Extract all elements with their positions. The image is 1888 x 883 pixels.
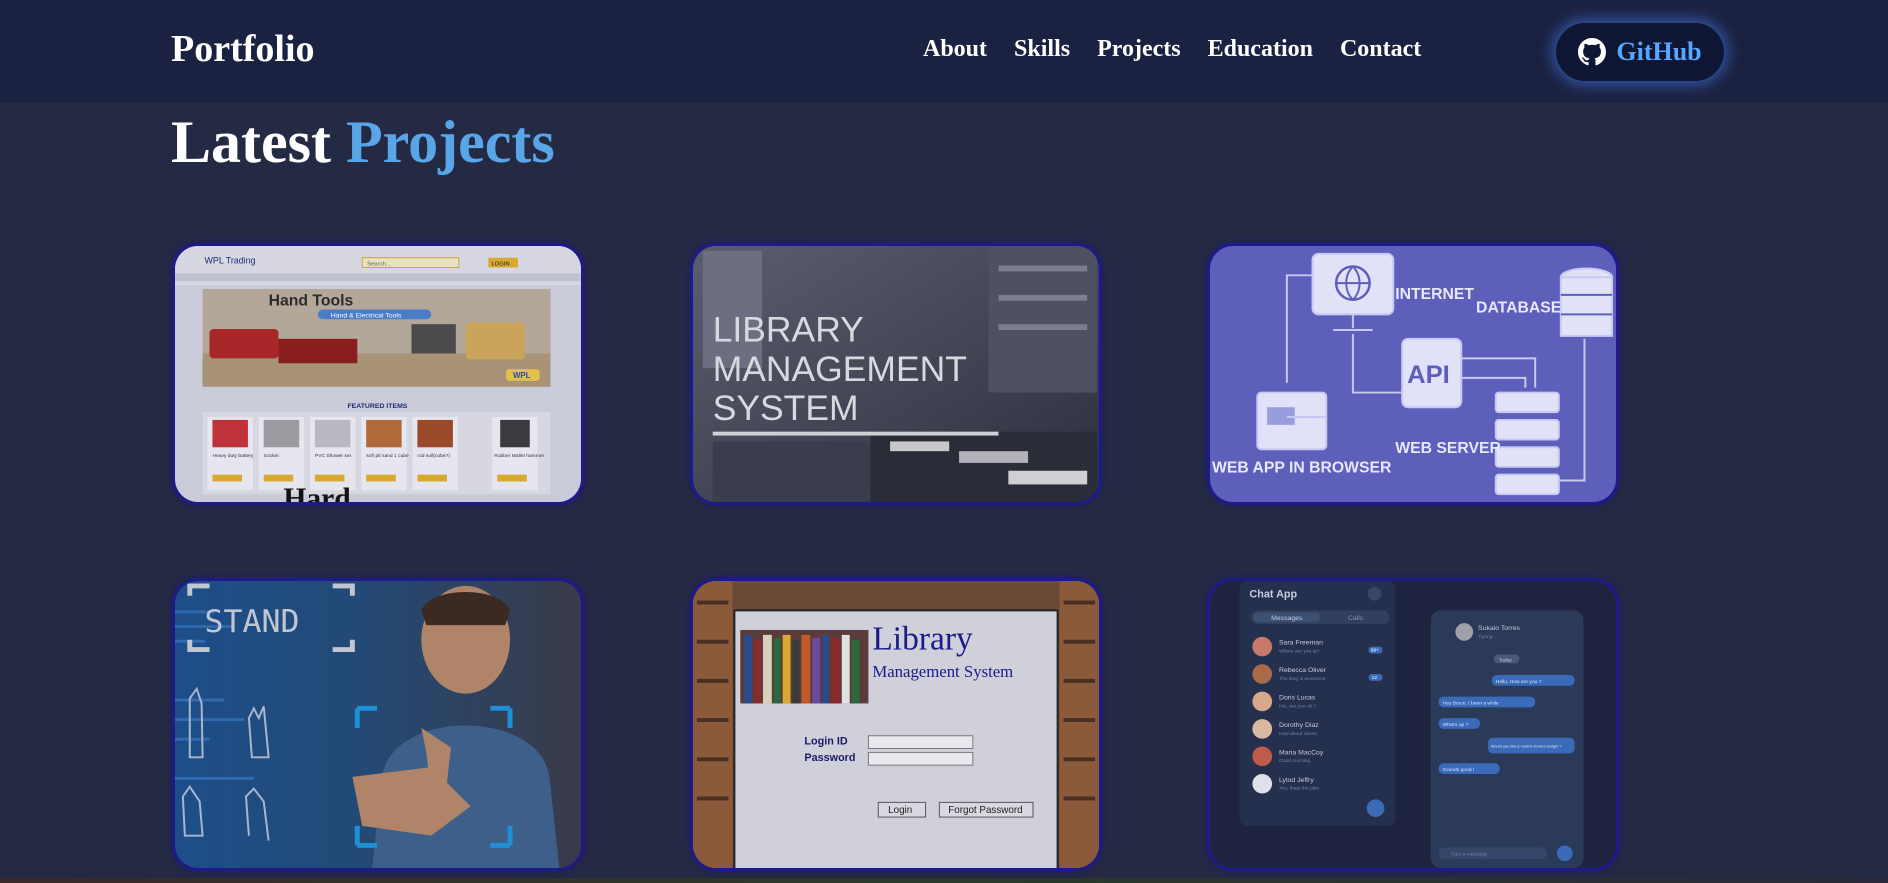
contact-preview: Good morning <box>1279 758 1310 764</box>
card-caption: Hard <box>283 483 351 502</box>
navbar: Portfolio About Skills Projects Educatio… <box>0 0 1888 103</box>
forgot-password-button: Forgot Password <box>948 805 1022 816</box>
conversation-name: Sukaio Torres <box>1478 625 1521 632</box>
section-title: Latest Projects <box>171 108 555 177</box>
contact-preview: Yes, thats the plan <box>1279 786 1320 792</box>
project-card-library-login[interactable]: Library Management System Login ID Passw… <box>690 578 1102 871</box>
chat-tab-messages: Messages <box>1271 615 1303 622</box>
github-label: GitHub <box>1616 37 1702 66</box>
featured-item-name: Heavy duty battery <box>212 453 254 459</box>
library-title-line: SYSTEM <box>713 389 859 428</box>
project-thumbnail: Library Management System Login ID Passw… <box>693 581 1099 868</box>
project-thumbnail: WPL Trading Search... LOGIN Hand Tools H… <box>175 246 581 502</box>
featured-item-name: Rubber Mallet hammer <box>494 453 544 459</box>
featured-item-name: Socket <box>264 453 280 459</box>
chat-message: Hello, How are you ? <box>1496 679 1542 685</box>
chat-message: Hey Bruce, I been a while <box>1443 700 1499 706</box>
featured-label: FEATURED ITEMS <box>347 403 407 410</box>
project-card-api[interactable]: INTERNET DATABASE API WEB APP IN BROWSER… <box>1207 243 1619 505</box>
contact-name: Sara Freeman <box>1279 640 1323 647</box>
chat-app-title: Chat App <box>1249 589 1297 601</box>
featured-item-name: rod soil(cube?) <box>417 453 450 459</box>
login-id-label: Login ID <box>804 736 848 748</box>
date-chip: Today <box>1499 657 1513 663</box>
contact-preview: The blog is awesome <box>1279 676 1326 682</box>
nav-link-contact[interactable]: Contact <box>1340 36 1421 63</box>
login-button: Login <box>888 805 912 816</box>
project-card-library-management[interactable]: LIBRARY MANAGEMENT SYSTEM <box>690 243 1102 505</box>
banner-badge: WPL <box>513 371 531 380</box>
library-title-line: LIBRARY <box>713 311 864 350</box>
contact-preview: Where are you at? <box>1279 649 1320 655</box>
nav-link-skills[interactable]: Skills <box>1014 36 1070 63</box>
chat-tab-calls: Calls <box>1348 615 1364 622</box>
banner-subtitle: Hand & Electrical Tools <box>331 312 402 319</box>
project-thumbnail: STAND <box>175 581 581 868</box>
contact-badge: 99+ <box>1371 648 1379 654</box>
contact-name: Doris Lucas <box>1279 695 1316 702</box>
shop-brand: WPL Trading <box>205 256 256 266</box>
project-thumbnail: LIBRARY MANAGEMENT SYSTEM <box>693 246 1099 502</box>
api-label: API <box>1407 361 1450 389</box>
project-card-sign-language[interactable]: STAND <box>172 578 584 871</box>
contact-name: Dorothy Diaz <box>1279 722 1319 729</box>
contact-preview: Hei, are you ok ? <box>1279 703 1316 709</box>
featured-item-name: soft pit sand 1 cube <box>366 453 409 459</box>
password-label: Password <box>804 752 855 764</box>
chat-message: Sounds good ! <box>1443 767 1475 773</box>
github-button[interactable]: GitHub <box>1556 23 1724 81</box>
bottom-divider <box>0 878 1888 883</box>
chat-input: Type a message... <box>1450 851 1490 857</box>
project-card-hand-tools[interactable]: WPL Trading Search... LOGIN Hand Tools H… <box>172 243 584 505</box>
nav-link-about[interactable]: About <box>923 36 987 63</box>
sign-label: STAND <box>205 604 300 640</box>
github-icon <box>1578 38 1607 66</box>
section-title-main: Latest <box>171 109 331 175</box>
nav-link-projects[interactable]: Projects <box>1097 36 1181 63</box>
project-thumbnail: Chat App Messages Calls Sara Freeman Whe… <box>1210 581 1616 868</box>
featured-item-name: PVC Shower set <box>315 453 352 459</box>
section-title-accent: Projects <box>345 109 555 175</box>
api-label: DATABASE <box>1476 299 1561 316</box>
api-label: WEB SERVER <box>1395 440 1501 457</box>
contact-name: Rebecca Oliver <box>1279 667 1327 674</box>
brand-logo[interactable]: Portfolio <box>171 27 315 71</box>
login-title: Library <box>872 621 973 658</box>
project-card-chat-app[interactable]: Chat App Messages Calls Sara Freeman Whe… <box>1207 578 1619 871</box>
contact-name: Lylod Jeffry <box>1279 777 1314 784</box>
nav-link-education[interactable]: Education <box>1208 36 1313 63</box>
project-thumbnail: INTERNET DATABASE API WEB APP IN BROWSER… <box>1210 246 1616 502</box>
api-label: INTERNET <box>1395 286 1474 303</box>
login-subtitle: Management System <box>872 662 1013 681</box>
api-label: WEB APP IN BROWSER <box>1212 460 1391 477</box>
shop-login-button: LOGIN <box>491 262 509 268</box>
contact-badge: 12 <box>1372 675 1378 681</box>
conversation-status: Typing... <box>1478 634 1497 640</box>
chat-message: What's up ? <box>1443 722 1469 728</box>
nav-links: About Skills Projects Education Contact <box>923 36 1448 63</box>
library-title-line: MANAGEMENT <box>713 350 967 389</box>
shop-search-input: Search... <box>367 262 391 268</box>
chat-message: Would you like to watch movies tonight ? <box>1491 744 1563 749</box>
banner-title: Hand Tools <box>269 293 354 310</box>
contact-name: Maria MacCoy <box>1279 749 1324 756</box>
contact-preview: How about dinner <box>1279 731 1318 737</box>
